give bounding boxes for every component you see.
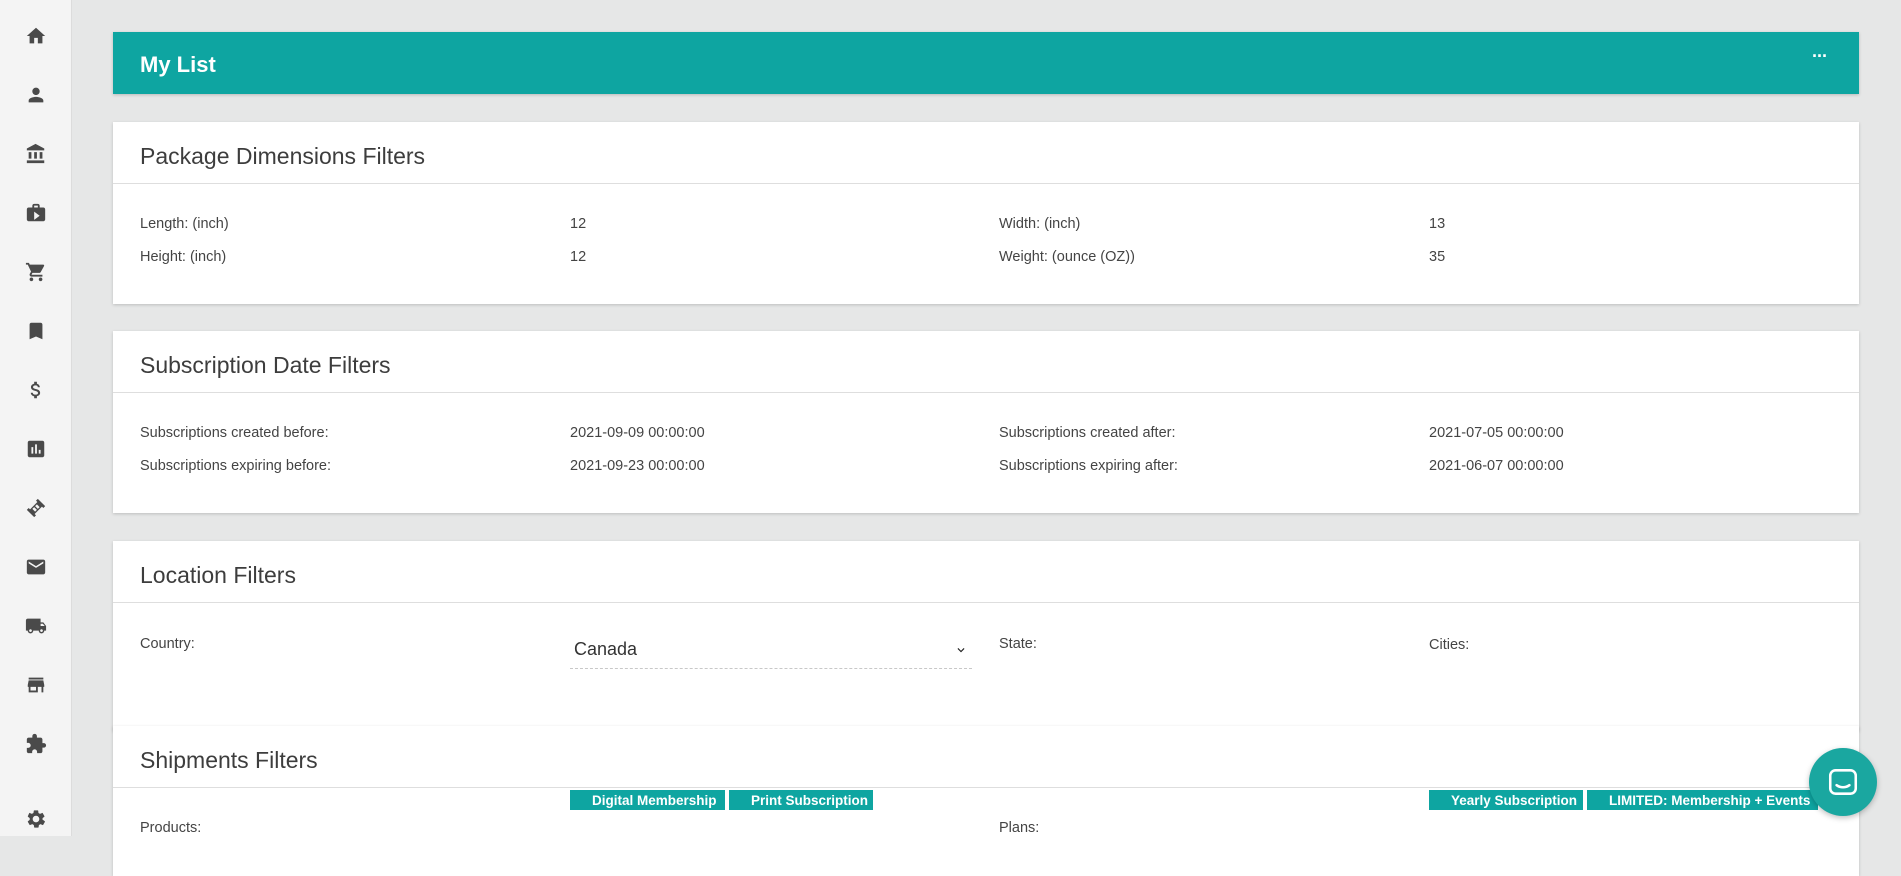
height-label: Height: (inch): [140, 249, 227, 265]
created-after-value: 2021-07-05 00:00:00: [1429, 425, 1564, 441]
created-after-label: Subscriptions created after:: [999, 425, 1176, 441]
card-title: Location Filters: [113, 541, 1859, 603]
chart-icon[interactable]: [22, 435, 50, 463]
expiring-after-label: Subscriptions expiring after:: [999, 458, 1178, 474]
weight-value: 35: [1429, 249, 1446, 265]
card-title: Subscription Date Filters: [113, 331, 1859, 393]
store-icon[interactable]: [22, 671, 50, 699]
product-tag[interactable]: Digital Membership: [570, 790, 725, 810]
state-label: State:: [999, 636, 1037, 652]
created-before-value: 2021-09-09 00:00:00: [570, 425, 705, 441]
cities-label: Cities:: [1429, 637, 1470, 653]
briefcase-play-icon[interactable]: [22, 199, 50, 227]
width-label: Width: (inch): [999, 216, 1081, 232]
person-icon[interactable]: [22, 81, 50, 109]
bank-icon[interactable]: [22, 140, 50, 168]
chat-icon: [1828, 769, 1858, 795]
home-icon[interactable]: [22, 22, 50, 50]
chat-launcher-button[interactable]: [1809, 748, 1877, 816]
length-value: 12: [570, 216, 587, 232]
created-before-label: Subscriptions created before:: [140, 425, 329, 441]
sidebar: [0, 0, 72, 836]
mail-icon[interactable]: [22, 553, 50, 581]
list-header: My List ···: [113, 32, 1859, 94]
ticket-icon[interactable]: [22, 494, 50, 522]
card-title: Package Dimensions Filters: [113, 122, 1859, 184]
width-value: 13: [1429, 216, 1446, 232]
height-value: 12: [570, 249, 587, 265]
weight-label: Weight: (ounce (OZ)): [999, 249, 1135, 265]
expiring-before-value: 2021-09-23 00:00:00: [570, 458, 705, 474]
cart-icon[interactable]: [22, 258, 50, 286]
expiring-after-value: 2021-06-07 00:00:00: [1429, 458, 1564, 474]
products-label: Products:: [140, 820, 202, 836]
country-select-value: Canada: [574, 639, 638, 659]
package-dimensions-card: Package Dimensions Filters Length: (inch…: [113, 122, 1859, 304]
location-filters-card: Location Filters Country: Canada State: …: [113, 541, 1859, 731]
plan-tag[interactable]: Yearly Subscription: [1429, 790, 1583, 810]
page-title: My List: [140, 52, 216, 77]
gear-icon[interactable]: [22, 805, 50, 833]
length-label: Length: (inch): [140, 216, 229, 232]
bookmark-icon[interactable]: [22, 317, 50, 345]
card-title: Shipments Filters: [113, 726, 1859, 788]
chevron-down-icon: [957, 648, 965, 653]
more-options-button[interactable]: ···: [1812, 46, 1828, 67]
country-label: Country:: [140, 636, 195, 652]
country-select[interactable]: Canada: [570, 631, 972, 669]
truck-icon[interactable]: [22, 612, 50, 640]
plan-tag[interactable]: LIMITED: Membership + Events: [1587, 790, 1818, 810]
subscription-date-card: Subscription Date Filters Subscriptions …: [113, 331, 1859, 513]
plans-label: Plans:: [999, 820, 1040, 836]
dollar-icon[interactable]: [22, 376, 50, 404]
puzzle-icon[interactable]: [22, 730, 50, 758]
expiring-before-label: Subscriptions expiring before:: [140, 458, 332, 474]
product-tag[interactable]: Print Subscription: [729, 790, 873, 810]
